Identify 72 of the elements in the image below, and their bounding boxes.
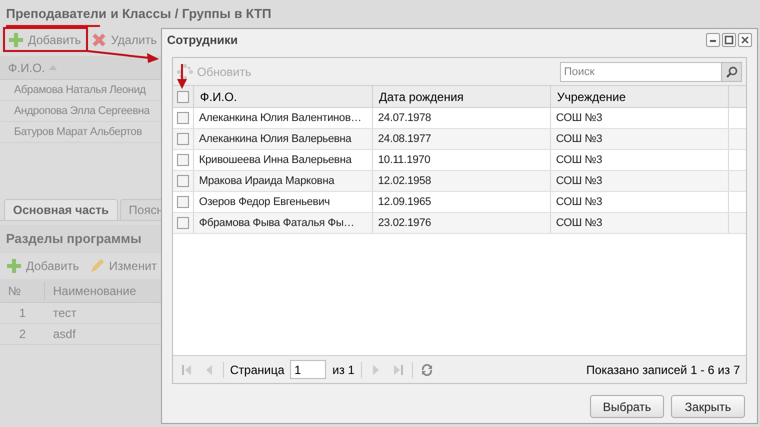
- last-page-icon[interactable]: [392, 364, 404, 376]
- spinner-icon: [177, 64, 193, 80]
- panel-title: Разделы программы: [6, 230, 142, 248]
- search-button[interactable]: [722, 62, 742, 82]
- column-header[interactable]: Дата рождения: [373, 86, 551, 107]
- table-cell-text: 12.02.1958: [378, 174, 432, 189]
- minimize-button[interactable]: [706, 33, 720, 47]
- table-cell-text: СОШ №3: [556, 216, 602, 231]
- table-cell-text: Алеканкина Юлия Валерьевна: [199, 132, 352, 147]
- table-cell-text: Озеров Федор Евгеньевич: [199, 194, 330, 210]
- edit-button[interactable]: Изменит: [89, 257, 157, 275]
- search-field[interactable]: Поиск: [560, 62, 722, 82]
- delete-button[interactable]: Удалить: [89, 31, 159, 49]
- page-label: Страница: [230, 362, 284, 378]
- search-icon: [726, 66, 738, 78]
- window-title: Сотрудники: [167, 32, 238, 49]
- table-cell-text: тест: [52, 305, 77, 322]
- checkbox[interactable]: [177, 90, 189, 102]
- maximize-button[interactable]: [722, 33, 736, 47]
- table-cell-text: Батуров Марат Альбертов: [14, 124, 142, 140]
- close-icon: [739, 34, 751, 46]
- table-cell-text: Мракова Ираида Марковна: [199, 174, 334, 189]
- table-cell-text: Фбрамова Фыва Фаталья Фы…: [199, 216, 354, 231]
- plus-icon: [6, 258, 22, 274]
- breadcrumb-link[interactable]: Преподаватели: [6, 4, 107, 24]
- paging-summary: Показано записей 1 - 6 из 7: [586, 362, 740, 378]
- table-cell-text: 1: [18, 305, 27, 322]
- checkbox[interactable]: [177, 217, 189, 229]
- sort-icon: [49, 65, 58, 70]
- checkbox[interactable]: [177, 196, 189, 208]
- annotation-arrow: [177, 64, 187, 89]
- close-button[interactable]: Закрыть: [671, 395, 745, 418]
- page-field[interactable]: 1: [290, 360, 326, 379]
- table-cell-text: 10.11.1970: [378, 152, 430, 168]
- table-cell-text: СОШ №3: [556, 132, 602, 147]
- checkbox[interactable]: [177, 154, 189, 166]
- pencil-icon: [89, 258, 106, 274]
- close-button[interactable]: [738, 33, 752, 47]
- maximize-icon: [723, 34, 735, 46]
- table-cell-text: Андропова Элла Сергеевна: [14, 104, 150, 119]
- table-cell-text: Абрамова Наталья Леонид: [14, 82, 146, 98]
- table-cell-text: 24.08.1977: [378, 132, 432, 147]
- table-cell-text: СОШ №3: [556, 174, 602, 189]
- table-cell-text: asdf: [52, 326, 76, 343]
- plus-icon: [8, 32, 24, 48]
- table-cell-text: Кривошеева Инна Валерьевна: [199, 152, 352, 168]
- column-header[interactable]: Ф.И.О.: [8, 58, 46, 76]
- checkbox[interactable]: [177, 175, 189, 187]
- column-header[interactable]: Наименование: [45, 282, 136, 300]
- table-cell-text: 12.09.1965: [378, 194, 432, 210]
- add-button[interactable]: Добавить: [6, 31, 84, 49]
- column-header[interactable]: №: [0, 282, 45, 300]
- checkbox[interactable]: [177, 133, 189, 145]
- table-cell-text: 24.07.1978: [378, 110, 432, 126]
- add-button[interactable]: Добавить: [6, 257, 80, 275]
- tab[interactable]: Основная часть: [4, 199, 118, 220]
- column-header[interactable]: Учреждение: [551, 86, 729, 107]
- table-cell-text: Алеканкина Юлия Валентинов…: [199, 110, 362, 126]
- reload-icon[interactable]: [420, 364, 433, 376]
- table-cell-text: СОШ №3: [556, 194, 602, 210]
- table-cell-text: СОШ №3: [556, 110, 602, 126]
- first-page-icon[interactable]: [181, 364, 193, 376]
- table-cell-text: 23.02.1976: [378, 216, 432, 231]
- checkbox[interactable]: [177, 112, 189, 124]
- table-cell-text: СОШ №3: [556, 152, 602, 168]
- refresh-button[interactable]: Обновить: [177, 62, 252, 80]
- select-button[interactable]: Выбрать: [590, 395, 664, 418]
- column-header[interactable]: Ф.И.О.: [194, 86, 373, 107]
- table-cell-text: 2: [18, 326, 27, 343]
- page-count: из 1: [332, 362, 355, 378]
- delete-icon: [91, 32, 108, 48]
- breadcrumb-text: и Классы / Группы в КТП: [110, 5, 272, 24]
